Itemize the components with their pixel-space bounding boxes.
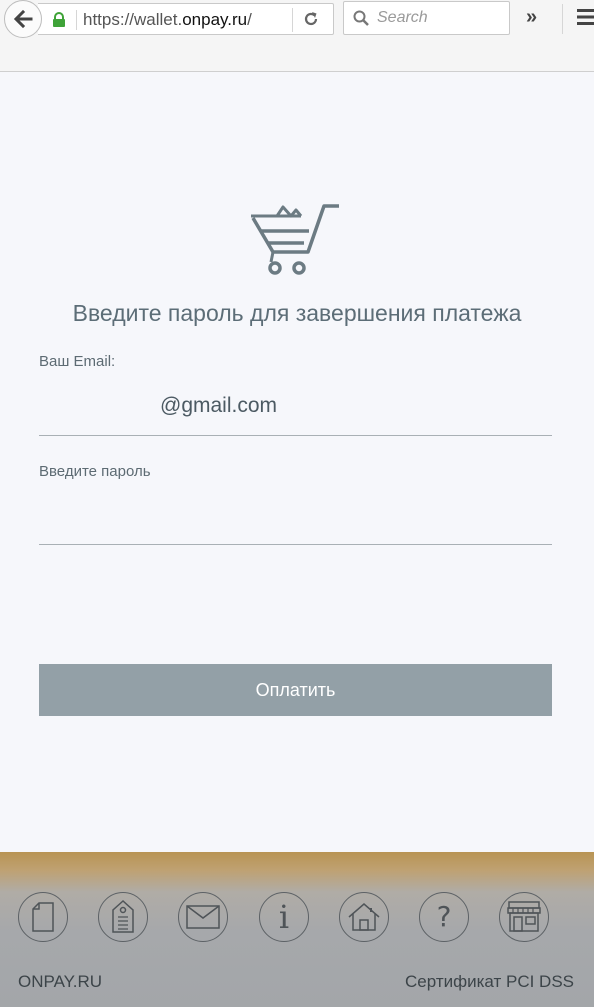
back-arrow-icon (13, 9, 33, 29)
price-tag-icon[interactable] (98, 892, 148, 942)
password-label: Введите пароль (39, 463, 151, 480)
url-bar[interactable]: https://wallet.onpay.ru/ (38, 3, 334, 35)
help-glyph: ? (436, 900, 452, 933)
browser-toolbar: https://wallet.onpay.ru/ Search » (0, 0, 594, 72)
footer-certificate-link[interactable]: Сертификат PCI DSS (405, 972, 574, 992)
url-separator (76, 10, 77, 30)
payment-form-page: Введите пароль для завершения платежа Ва… (0, 72, 594, 852)
password-field[interactable] (39, 490, 552, 545)
email-value: @gmail.com (160, 394, 278, 417)
email-underline (39, 435, 552, 436)
hamburger-menu-icon[interactable] (577, 8, 594, 31)
help-icon[interactable]: ? (419, 892, 469, 942)
search-placeholder: Search (377, 9, 428, 26)
page-title: Введите пароль для завершения платежа (72, 300, 522, 326)
shop-icon[interactable] (499, 892, 549, 942)
search-icon (353, 10, 369, 31)
email-label: Ваш Email: (39, 353, 116, 370)
toolbar-separator (562, 4, 563, 34)
reload-separator (292, 8, 293, 32)
info-glyph: i (278, 898, 290, 936)
document-icon[interactable] (18, 892, 68, 942)
back-button[interactable] (4, 0, 42, 38)
home-icon[interactable] (339, 892, 389, 942)
shopping-cart-icon (249, 204, 343, 281)
mail-icon[interactable] (178, 892, 228, 942)
url-text[interactable]: https://wallet.onpay.ru/ (83, 10, 252, 30)
overflow-menu-button[interactable]: » (526, 6, 537, 29)
reload-icon[interactable] (302, 10, 320, 33)
info-icon[interactable]: i (259, 892, 309, 942)
pay-button[interactable]: Оплатить (39, 664, 552, 716)
lock-icon (52, 12, 66, 33)
search-bar[interactable]: Search (343, 1, 510, 35)
footer-brand[interactable]: ONPAY.RU (18, 972, 102, 992)
site-footer: i ? ONPAY.RU Сертификат PCI DSS (0, 852, 594, 1007)
